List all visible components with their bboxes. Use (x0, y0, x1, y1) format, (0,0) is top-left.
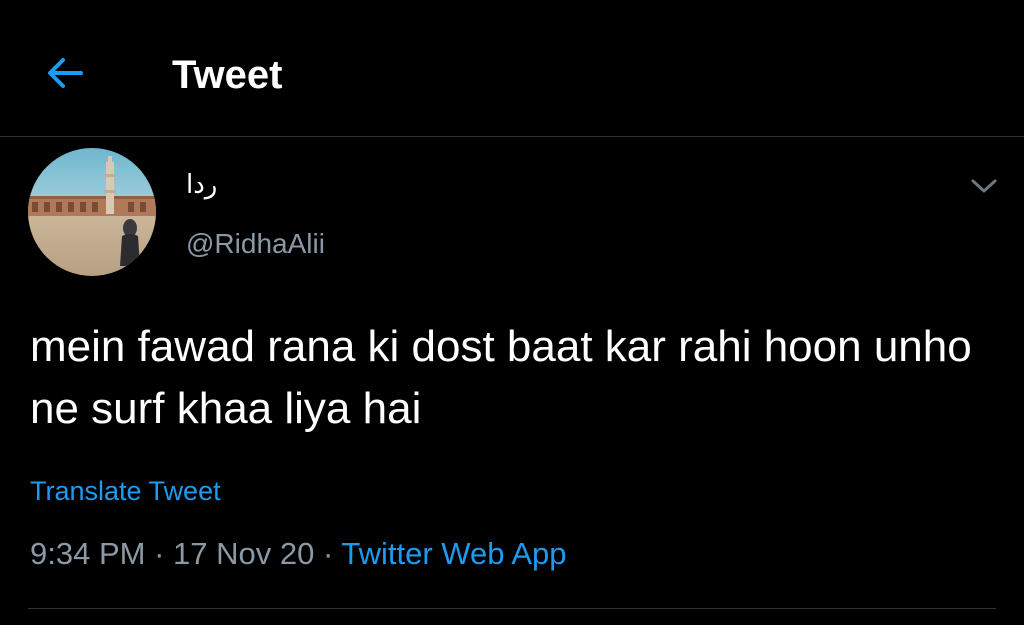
back-button[interactable] (40, 50, 90, 96)
more-options-button[interactable] (962, 166, 1006, 206)
tweet-text: mein fawad rana ki dost baat kar rahi ho… (30, 322, 972, 433)
author-display-name[interactable]: ردا (186, 168, 217, 202)
arrow-left-icon (48, 58, 83, 88)
translate-tweet-link[interactable]: Translate Tweet (30, 473, 221, 509)
tweet-date: 17 Nov 20 (173, 536, 315, 571)
meta-separator: · (322, 536, 334, 571)
profile-photo (28, 148, 156, 276)
tweet-meta: 9:34 PM · 17 Nov 20 · Twitter Web App (30, 533, 567, 575)
divider (28, 608, 996, 609)
page-title: Tweet (172, 53, 283, 97)
meta-separator: · (154, 536, 165, 571)
top-app-bar: Tweet (0, 0, 1024, 137)
avatar[interactable] (28, 148, 156, 276)
author-handle[interactable]: @RidhaAlii (186, 226, 325, 262)
tweet-source-link[interactable]: Twitter Web App (341, 536, 566, 571)
tweet-time: 9:34 PM (30, 536, 146, 571)
chevron-down-icon (971, 179, 997, 193)
